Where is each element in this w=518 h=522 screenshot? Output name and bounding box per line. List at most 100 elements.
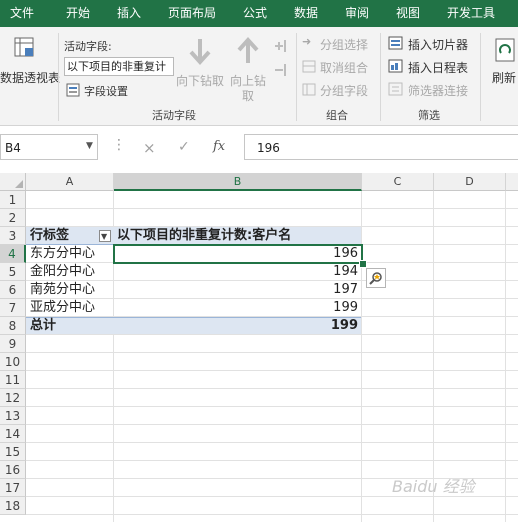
fill-handle[interactable] bbox=[359, 260, 367, 268]
row-header[interactable]: 7 bbox=[0, 299, 26, 317]
name-box[interactable]: B4 bbox=[0, 134, 98, 160]
filter-connections-label: 筛选器连接 bbox=[408, 84, 469, 98]
row-header[interactable]: 3 bbox=[0, 227, 26, 245]
menu-file[interactable]: 文件 bbox=[10, 0, 34, 27]
insert-timeline-button[interactable]: 插入日程表 bbox=[388, 58, 474, 76]
formula-bar: B4 ▼ ⋮ × ✓ fx 196 bbox=[0, 126, 518, 170]
row-header[interactable]: 5 bbox=[0, 263, 26, 281]
menu-review[interactable]: 审阅 bbox=[345, 0, 369, 27]
dropdown-arrow-icon: ▼ bbox=[101, 232, 108, 241]
row-header[interactable]: 18 bbox=[0, 497, 26, 515]
watermark: Baidu 经验 bbox=[392, 477, 475, 496]
row-header[interactable]: 16 bbox=[0, 461, 26, 479]
ungroup-button[interactable]: 取消组合 bbox=[302, 58, 376, 76]
pivot-total-label: 总计 bbox=[30, 318, 57, 333]
col-header-d[interactable]: D bbox=[434, 173, 506, 191]
drill-up-label-2: 取 bbox=[242, 89, 255, 103]
drill-down-label: 向下钻取 bbox=[176, 74, 225, 88]
row-header[interactable]: 6 bbox=[0, 281, 26, 299]
active-field-input[interactable]: 以下项目的非重复计 bbox=[64, 57, 174, 76]
pivot-item-name: 金阳分中心 bbox=[30, 264, 96, 279]
pivot-item-count: 199 bbox=[333, 300, 358, 315]
menu-formulas[interactable]: 公式 bbox=[243, 0, 267, 27]
refresh-icon bbox=[495, 38, 515, 62]
row-header[interactable]: 10 bbox=[0, 353, 26, 371]
ribbon: 数据透视表 活动字段: 以下项目的非重复计 字段设置 向下钻取 向上钻 取 活动… bbox=[0, 27, 518, 126]
quick-explore-button[interactable] bbox=[366, 268, 386, 288]
insert-timeline-label: 插入日程表 bbox=[408, 61, 469, 75]
pivot-item-name: 亚成分中心 bbox=[30, 300, 96, 315]
pivot-item-name: 南苑分中心 bbox=[30, 282, 96, 297]
group-field-icon bbox=[302, 83, 316, 96]
row-header[interactable]: 13 bbox=[0, 407, 26, 425]
pivottable-button[interactable]: 数据透视表 bbox=[0, 27, 61, 103]
filter-connections-icon bbox=[388, 82, 403, 96]
row-header[interactable]: 2 bbox=[0, 209, 26, 227]
field-settings-icon bbox=[66, 83, 80, 97]
group-selection-icon: ➜ bbox=[302, 35, 312, 48]
menu-developer[interactable]: 开发工具 bbox=[447, 0, 495, 27]
filter-connections-button[interactable]: 筛选器连接 bbox=[388, 81, 474, 99]
quick-explore-icon bbox=[369, 272, 382, 285]
refresh-button[interactable]: 刷新 bbox=[486, 27, 518, 103]
pivot-row-label: 行标签 bbox=[30, 228, 70, 243]
field-settings-label: 字段设置 bbox=[84, 85, 128, 98]
row-header[interactable]: 15 bbox=[0, 443, 26, 461]
row-header[interactable]: 8 bbox=[0, 317, 26, 335]
menu-data[interactable]: 数据 bbox=[294, 0, 318, 27]
pivot-total-value: 199 bbox=[330, 318, 358, 333]
select-all-corner[interactable] bbox=[0, 173, 26, 191]
insert-slicer-label: 插入切片器 bbox=[408, 38, 469, 52]
col-header-b[interactable]: B bbox=[114, 173, 362, 191]
row-header[interactable]: 17 bbox=[0, 479, 26, 497]
cancel-icon[interactable]: × bbox=[143, 139, 156, 157]
row-header[interactable]: 9 bbox=[0, 335, 26, 353]
insert-function-icon[interactable]: fx bbox=[213, 139, 225, 154]
row-header[interactable]: 11 bbox=[0, 371, 26, 389]
timeline-icon bbox=[388, 59, 403, 73]
worksheet-grid[interactable]: A B C D 1 2 3 4 5 6 7 8 9 10 11 12 13 14… bbox=[0, 173, 518, 522]
formula-bar-dots-icon: ⋮ bbox=[112, 137, 126, 153]
row-label-filter-dropdown[interactable]: ▼ bbox=[99, 230, 111, 242]
group-field-button[interactable]: 分组字段 bbox=[302, 81, 376, 99]
arrow-down-icon bbox=[189, 39, 211, 65]
pivot-item-count: 197 bbox=[333, 282, 358, 297]
ungroup-icon bbox=[302, 60, 316, 73]
col-header-a[interactable]: A bbox=[26, 173, 114, 191]
row-header[interactable]: 4 bbox=[0, 245, 26, 263]
menu-bar: 文件 开始 插入 页面布局 公式 数据 审阅 视图 开发工具 bbox=[0, 0, 518, 27]
pivot-item-count: 194 bbox=[333, 264, 358, 279]
slicer-icon bbox=[388, 36, 403, 50]
expand-field-icon bbox=[275, 40, 286, 52]
group-selection-button[interactable]: ➜ 分组选择 bbox=[302, 35, 376, 53]
menu-insert[interactable]: 插入 bbox=[117, 0, 141, 27]
group-label-filter: 筛选 bbox=[418, 109, 440, 122]
row-header[interactable]: 12 bbox=[0, 389, 26, 407]
arrow-up-icon bbox=[237, 37, 259, 63]
row-header[interactable]: 1 bbox=[0, 191, 26, 209]
active-field-label: 活动字段: bbox=[64, 40, 112, 53]
menu-page-layout[interactable]: 页面布局 bbox=[168, 0, 216, 27]
insert-slicer-button[interactable]: 插入切片器 bbox=[388, 35, 474, 53]
formula-input[interactable]: 196 bbox=[244, 134, 518, 160]
menu-view[interactable]: 视图 bbox=[396, 0, 420, 27]
field-settings-button[interactable]: 字段设置 bbox=[66, 82, 146, 100]
group-label-active-field: 活动字段 bbox=[152, 109, 196, 122]
drill-up-button[interactable]: 向上钻 取 bbox=[228, 33, 270, 105]
ungroup-label: 取消组合 bbox=[320, 61, 369, 75]
group-selection-label: 分组选择 bbox=[320, 38, 369, 52]
pivottable-label: 数据透视表 bbox=[0, 71, 61, 85]
refresh-label: 刷新 bbox=[492, 71, 517, 85]
pivot-item-name: 东方分中心 bbox=[30, 246, 96, 261]
col-header-c[interactable]: C bbox=[362, 173, 434, 191]
col-header-e[interactable] bbox=[506, 173, 518, 191]
active-cell-selection bbox=[113, 244, 363, 264]
name-box-dropdown-icon[interactable]: ▼ bbox=[86, 141, 93, 151]
group-field-label: 分组字段 bbox=[320, 84, 369, 98]
enter-icon[interactable]: ✓ bbox=[178, 139, 190, 155]
row-header[interactable]: 14 bbox=[0, 425, 26, 443]
pivot-value-header: 以下项目的非重复计数:客户名 bbox=[117, 228, 292, 243]
pivottable-icon bbox=[14, 37, 34, 57]
menu-home[interactable]: 开始 bbox=[66, 0, 90, 27]
drill-down-button[interactable]: 向下钻取 bbox=[174, 33, 226, 93]
